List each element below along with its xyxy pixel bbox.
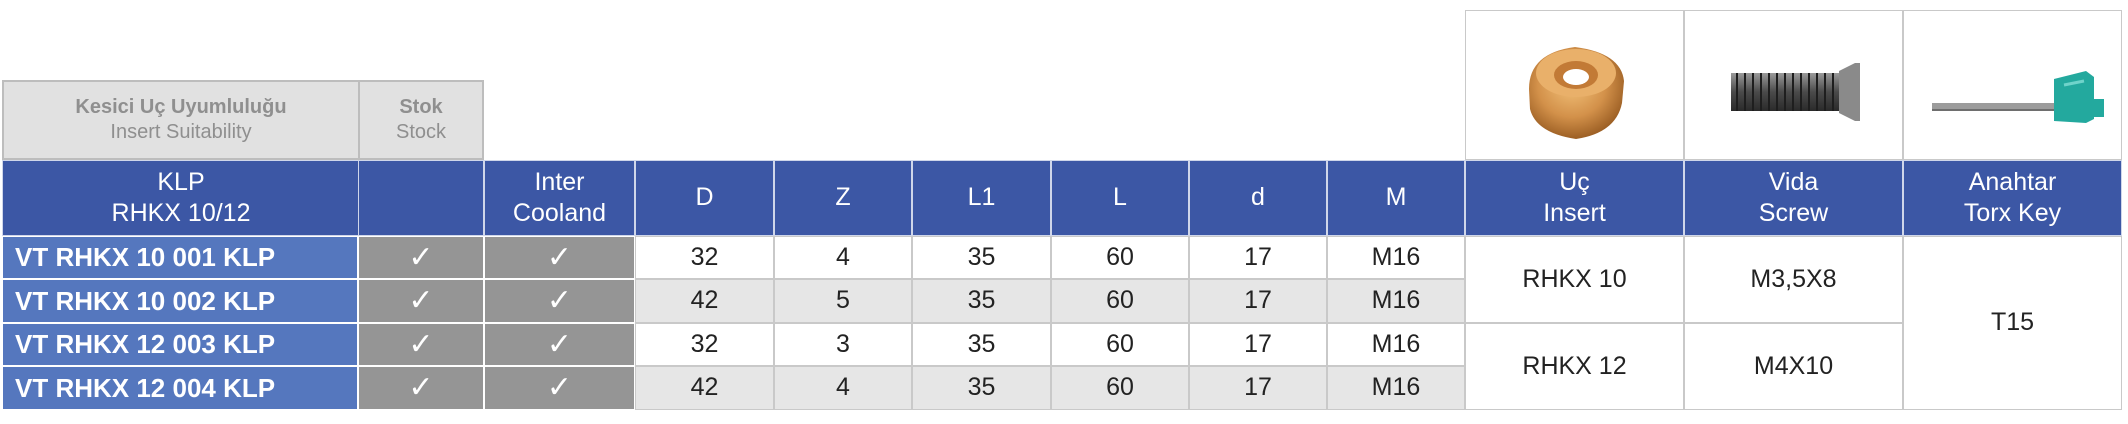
key-column-header: Anahtar Torx Key (1903, 160, 2122, 236)
inter-header-line2: Cooland (512, 199, 607, 227)
l1-cell: 35 (912, 323, 1051, 366)
l1-cell: 35 (912, 236, 1051, 279)
z-column-header: Z (774, 160, 912, 236)
inter-cooland-check-icon: ✓ (484, 236, 635, 279)
screw-m35x8-cell: M3,5X8 (1684, 236, 1903, 323)
stock-title-en: Stock (395, 121, 447, 143)
stock-header: Stok Stock (358, 80, 484, 160)
l-cell: 60 (1051, 323, 1189, 366)
l-cell: 60 (1051, 279, 1189, 323)
screw-m4x10-cell: M4X10 (1684, 323, 1903, 410)
screw-header-en: Screw (1758, 199, 1829, 227)
inter-cooland-check-icon: ✓ (484, 323, 635, 366)
small-d-cell: 17 (1189, 279, 1327, 323)
d-diameter-cell: 42 (635, 366, 774, 410)
insert-header-tr: Uç (1559, 167, 1590, 196)
torx-key-icon (1932, 71, 2104, 123)
d-diameter-cell: 42 (635, 279, 774, 323)
product-code-cell: VT RHKX 10 002 KLP (2, 279, 358, 323)
torx-key-cell: T15 (1903, 236, 2122, 410)
product-code-cell: VT RHKX 12 003 KLP (2, 323, 358, 366)
product-code-cell: VT RHKX 12 004 KLP (2, 366, 358, 410)
l-cell: 60 (1051, 366, 1189, 410)
small-d-cell: 17 (1189, 323, 1327, 366)
inter-header-line1: Inter (534, 167, 585, 196)
z-cell: 4 (774, 366, 912, 410)
stock-check-icon: ✓ (358, 366, 484, 410)
d-diameter-cell: 32 (635, 236, 774, 279)
insert-rhkx12-cell: RHKX 12 (1465, 323, 1684, 410)
z-cell: 4 (774, 236, 912, 279)
stock-check-icon: ✓ (358, 279, 484, 323)
d-diameter-cell: 32 (635, 323, 774, 366)
m-column-header: M (1327, 160, 1465, 236)
key-header-en: Torx Key (1963, 199, 2062, 227)
product-code-cell: VT RHKX 10 001 KLP (2, 236, 358, 279)
insert-image (1465, 10, 1684, 160)
screw-header-tr: Vida (1768, 167, 1819, 196)
l1-cell: 35 (912, 279, 1051, 323)
screw-icon (1731, 63, 1860, 121)
suitability-title-tr: Kesici Uç Uyumluluğu (75, 96, 287, 118)
inter-cooland-check-icon: ✓ (484, 279, 635, 323)
screw-image (1684, 10, 1903, 160)
inter-cooland-column-header: Inter Cooland (484, 160, 635, 236)
insert-rhkx10-cell: RHKX 10 (1465, 236, 1684, 323)
klp-column-header: KLP RHKX 10/12 (2, 160, 360, 236)
m-cell: M16 (1327, 279, 1465, 323)
l-cell: 60 (1051, 236, 1189, 279)
insert-column-header: Uç Insert (1465, 160, 1684, 236)
l1-column-header: L1 (912, 160, 1051, 236)
round-insert-icon (1529, 47, 1624, 139)
small-d-cell: 17 (1189, 236, 1327, 279)
z-cell: 3 (774, 323, 912, 366)
stock-title-tr: Stok (399, 96, 443, 118)
key-header-tr: Anahtar (1968, 167, 2057, 196)
screw-column-header: Vida Screw (1684, 160, 1903, 236)
stock-column-header (358, 160, 484, 236)
inter-cooland-check-icon: ✓ (484, 366, 635, 410)
m-cell: M16 (1327, 236, 1465, 279)
klp-header-line2: RHKX 10/12 (111, 199, 251, 227)
small-d-column-header: d (1189, 160, 1327, 236)
insert-header-en: Insert (1543, 199, 1606, 227)
stock-check-icon: ✓ (358, 323, 484, 366)
key-image (1903, 10, 2122, 160)
z-cell: 5 (774, 279, 912, 323)
l1-cell: 35 (912, 366, 1051, 410)
suitability-header: Kesici Uç Uyumluluğu Insert Suitability (2, 80, 360, 160)
klp-header-line1: KLP (157, 167, 205, 196)
d-diameter-column-header: D (635, 160, 774, 236)
m-cell: M16 (1327, 366, 1465, 410)
stock-check-icon: ✓ (358, 236, 484, 279)
small-d-cell: 17 (1189, 366, 1327, 410)
m-cell: M16 (1327, 323, 1465, 366)
suitability-title-en: Insert Suitability (110, 121, 252, 143)
l-column-header: L (1051, 160, 1189, 236)
